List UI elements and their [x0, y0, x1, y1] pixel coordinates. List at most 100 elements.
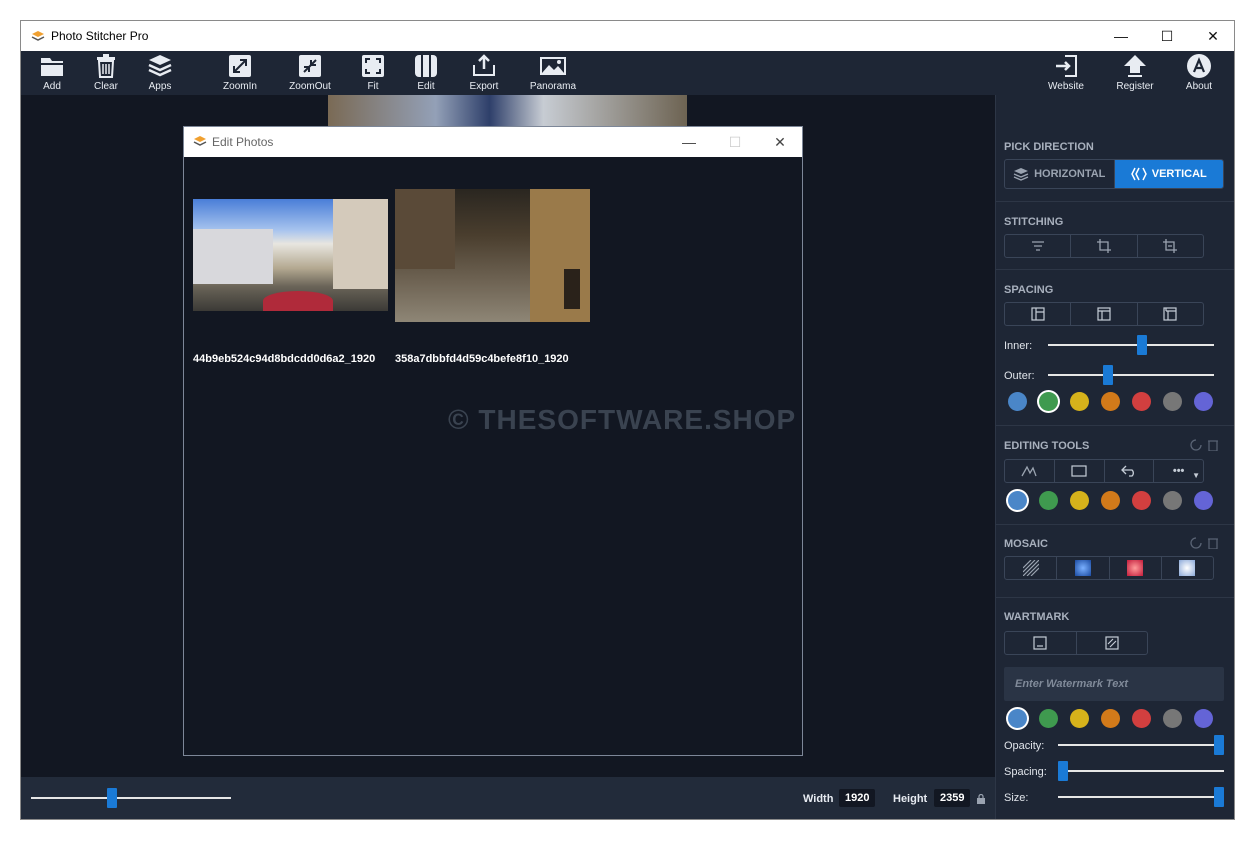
add-button[interactable]: Add	[22, 53, 82, 92]
rectangle-tool-button[interactable]	[1055, 460, 1105, 482]
edit-button[interactable]: Edit	[396, 53, 456, 92]
apps-button[interactable]: Apps	[130, 53, 190, 92]
align-center-button[interactable]	[1005, 235, 1072, 257]
watermark-title: WARTMARK	[1004, 611, 1070, 623]
size-slider-thumb[interactable]	[1214, 787, 1224, 807]
layout-middle-button[interactable]	[1071, 303, 1138, 325]
color-swatch-blue[interactable]	[1008, 392, 1027, 411]
color-swatch-purple[interactable]	[1194, 709, 1213, 728]
layers-icon	[148, 55, 172, 77]
color-swatch-orange[interactable]	[1101, 392, 1120, 411]
about-button[interactable]: About	[1169, 53, 1229, 92]
close-button[interactable]: ✕	[1190, 21, 1234, 51]
height-field[interactable]: 2359	[934, 789, 971, 807]
mosaic-blue-button[interactable]	[1057, 557, 1110, 579]
dialog-close-button[interactable]: ✕	[757, 127, 803, 157]
outer-slider[interactable]	[1048, 374, 1214, 376]
color-swatch-gray[interactable]	[1163, 392, 1182, 411]
watermark-tile-icon	[1105, 636, 1119, 650]
color-swatch-blue[interactable]	[1008, 709, 1027, 728]
color-swatch-green[interactable]	[1039, 392, 1058, 411]
mosaic-hatch-button[interactable]	[1005, 557, 1058, 579]
horizontal-button[interactable]: HORIZONTAL	[1005, 160, 1115, 188]
doorway	[564, 269, 580, 309]
zoom-in-button[interactable]: ZoomIn	[210, 53, 270, 92]
mosaic-red-button[interactable]	[1110, 557, 1162, 579]
lock-icon[interactable]	[977, 794, 985, 804]
watermark-options	[1004, 631, 1148, 655]
watermark-single-button[interactable]	[1005, 632, 1077, 654]
pen-tool-button[interactable]	[1005, 460, 1055, 482]
outer-slider-thumb[interactable]	[1102, 365, 1113, 385]
panorama-button[interactable]: Panorama	[523, 53, 583, 92]
more-tools-button[interactable]: ••• ▼	[1154, 460, 1203, 482]
maximize-button[interactable]: ☐	[1144, 21, 1190, 51]
size-slider[interactable]	[1058, 796, 1224, 798]
color-swatch-purple[interactable]	[1194, 392, 1213, 411]
color-swatch-yellow[interactable]	[1070, 709, 1089, 728]
register-button[interactable]: Register	[1105, 53, 1165, 92]
color-swatch-gray[interactable]	[1163, 491, 1182, 510]
clear-button[interactable]: Clear	[76, 53, 136, 92]
vertical-button[interactable]: VERTICAL	[1114, 160, 1223, 188]
color-swatch-yellow[interactable]	[1070, 491, 1089, 510]
color-swatch-green[interactable]	[1039, 491, 1058, 510]
rectangle-icon	[1071, 465, 1087, 477]
layout-left-button[interactable]	[1005, 303, 1072, 325]
zoom-slider[interactable]	[31, 797, 231, 799]
color-swatch-green[interactable]	[1039, 709, 1058, 728]
layout-right-icon	[1163, 307, 1177, 321]
fit-icon	[362, 55, 384, 77]
width-field[interactable]: 1920	[839, 789, 876, 807]
zoom-out-button[interactable]: ZoomOut	[280, 53, 340, 92]
color-swatch-red[interactable]	[1132, 709, 1151, 728]
photo-thumbnail[interactable]	[193, 199, 388, 311]
dialog-minimize-button[interactable]: —	[666, 127, 712, 157]
fit-button[interactable]: Fit	[343, 53, 403, 92]
photo-thumbnail[interactable]	[395, 189, 590, 322]
watermark-tile-button[interactable]	[1077, 632, 1148, 654]
inner-slider-thumb[interactable]	[1136, 335, 1147, 355]
window-title: Photo Stitcher Pro	[51, 29, 149, 43]
direction-toggle: HORIZONTAL VERTICAL	[1004, 159, 1224, 189]
inner-slider[interactable]	[1048, 344, 1214, 346]
watermark-color-swatches	[1008, 709, 1213, 728]
reset-icon[interactable]	[1190, 537, 1202, 549]
flower-bed	[263, 291, 333, 311]
opacity-slider-thumb[interactable]	[1214, 735, 1224, 755]
watermark-placeholder: Enter Watermark Text	[1015, 678, 1129, 690]
color-swatch-purple[interactable]	[1194, 491, 1213, 510]
delete-icon[interactable]	[1208, 537, 1218, 549]
layout-middle-icon	[1097, 307, 1111, 321]
spacing-title: SPACING	[1004, 284, 1054, 296]
website-button[interactable]: Website	[1036, 53, 1096, 92]
delete-icon[interactable]	[1208, 439, 1218, 451]
color-swatch-red[interactable]	[1132, 392, 1151, 411]
watermark-spacing-slider[interactable]	[1058, 770, 1224, 772]
watermark-spacing-slider-thumb[interactable]	[1058, 761, 1068, 781]
color-swatch-gray[interactable]	[1163, 709, 1182, 728]
minimize-button[interactable]: —	[1098, 21, 1144, 51]
crop-fit-button[interactable]	[1138, 235, 1203, 257]
color-swatch-orange[interactable]	[1101, 491, 1120, 510]
color-swatch-blue[interactable]	[1008, 491, 1027, 510]
export-button[interactable]: Export	[454, 53, 514, 92]
color-swatch-orange[interactable]	[1101, 709, 1120, 728]
zoom-slider-thumb[interactable]	[107, 788, 117, 808]
reset-icon[interactable]	[1190, 439, 1202, 451]
mosaic-light-icon	[1179, 560, 1196, 576]
mosaic-light-button[interactable]	[1162, 557, 1213, 579]
folder-icon	[41, 58, 63, 76]
color-swatch-red[interactable]	[1132, 491, 1151, 510]
layout-right-button[interactable]	[1138, 303, 1203, 325]
pick-direction-title: PICK DIRECTION	[1004, 141, 1094, 153]
export-label: Export	[469, 81, 499, 92]
crop-button[interactable]	[1071, 235, 1138, 257]
register-icon	[1124, 55, 1146, 77]
watermark-text-input[interactable]: Enter Watermark Text	[1004, 667, 1224, 701]
opacity-slider[interactable]	[1058, 744, 1224, 746]
undo-button[interactable]	[1105, 460, 1155, 482]
more-label: •••	[1172, 465, 1185, 477]
color-swatch-yellow[interactable]	[1070, 392, 1089, 411]
dialog-maximize-button[interactable]: ☐	[712, 127, 758, 157]
